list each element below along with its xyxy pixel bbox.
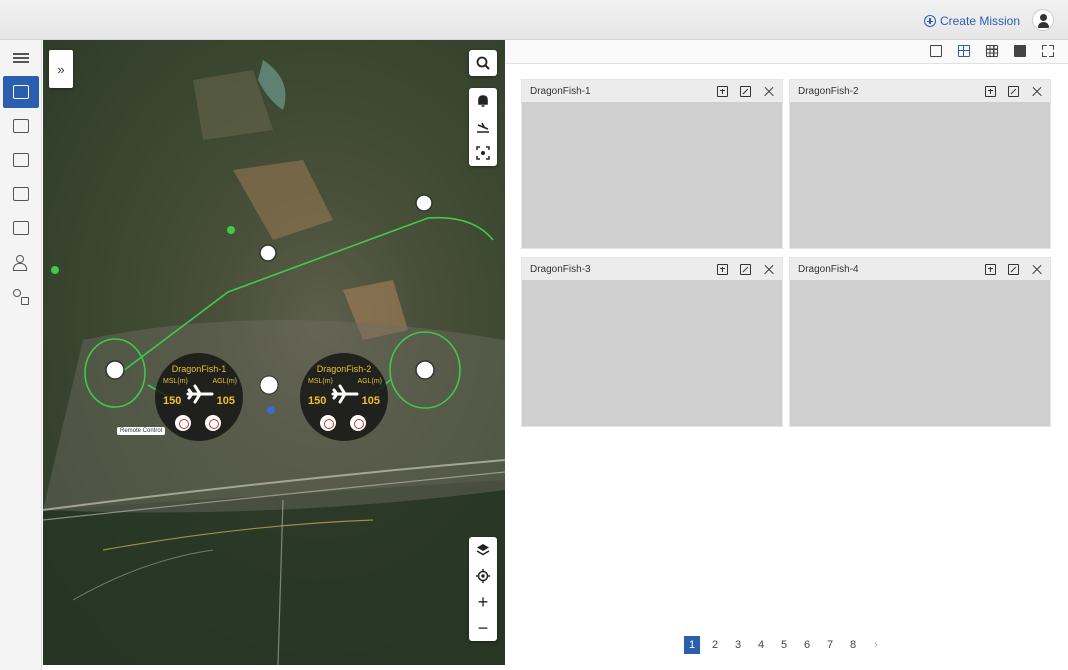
add-icon[interactable]	[985, 263, 996, 275]
remote-control-tooltip: Remote Control	[117, 427, 166, 435]
airplane-icon	[186, 384, 214, 404]
satellite-map[interactable]: » DragonFish-1 MSL(m) AGL(m) 150 105 Dra…	[43, 40, 505, 665]
sidebar-item-map[interactable]	[3, 76, 39, 108]
map-tools-group	[469, 88, 497, 166]
page-button[interactable]: 8	[845, 636, 861, 654]
pagination: 1 2 3 4 5 6 7 8 ›	[684, 636, 884, 654]
video-cell-header: DragonFish-2	[790, 80, 1050, 102]
drone-name: DragonFish-2	[316, 364, 372, 374]
zoom-in-icon[interactable]: +	[469, 589, 497, 615]
zoom-out-icon[interactable]: −	[469, 615, 497, 641]
bell-icon[interactable]	[469, 88, 497, 114]
layout-9-icon[interactable]	[986, 45, 998, 57]
create-mission-button[interactable]: Create Mission	[923, 12, 1020, 30]
video-cell-title: DragonFish-1	[530, 85, 591, 97]
plus-circle-icon	[923, 15, 936, 27]
agl-value: 105	[216, 395, 235, 407]
users-icon	[13, 255, 29, 271]
add-icon[interactable]	[717, 85, 728, 97]
page-button[interactable]: 6	[799, 636, 815, 654]
layout-16-icon[interactable]	[1014, 45, 1026, 57]
focus-icon[interactable]	[469, 140, 497, 166]
close-icon[interactable]	[1031, 86, 1042, 97]
sidebar-item-monitor[interactable]	[3, 212, 39, 244]
page-button[interactable]: 3	[730, 636, 746, 654]
monitor-icon	[13, 221, 29, 235]
fullscreen-icon[interactable]	[1042, 45, 1054, 57]
msl-value: 150	[308, 395, 327, 407]
add-icon[interactable]	[717, 263, 728, 275]
msl-label: MSL(m)	[308, 378, 333, 385]
close-icon[interactable]	[763, 264, 774, 275]
sidebar-item-image[interactable]	[3, 144, 39, 176]
sidebar-item-list[interactable]	[3, 42, 39, 74]
layout-1-icon[interactable]	[930, 45, 942, 57]
agl-label: AGL(m)	[212, 378, 238, 385]
video-cell[interactable]: DragonFish-2	[789, 79, 1051, 249]
page-button[interactable]: 7	[822, 636, 838, 654]
video-cell-title: DragonFish-4	[798, 263, 859, 275]
airplane-icon	[331, 384, 359, 404]
page-button[interactable]: 1	[684, 636, 700, 654]
popout-icon[interactable]	[740, 263, 751, 275]
popout-icon[interactable]	[1008, 85, 1019, 97]
next-page-icon[interactable]: ›	[868, 636, 884, 654]
top-header: Create Mission	[0, 0, 1068, 40]
sidebar	[0, 40, 42, 670]
video-cell-title: DragonFish-3	[530, 263, 591, 275]
sidebar-item-users[interactable]	[3, 246, 39, 278]
agl-label: AGL(m)	[357, 378, 383, 385]
page-button[interactable]: 4	[753, 636, 769, 654]
msl-value: 150	[163, 395, 182, 407]
sidebar-item-calendar[interactable]	[3, 110, 39, 142]
video-layout-toolbar	[505, 40, 1068, 64]
locate-icon[interactable]	[469, 563, 497, 589]
map-view-group: + −	[469, 537, 497, 641]
popout-icon[interactable]	[1008, 263, 1019, 275]
remote-control-icon[interactable]	[175, 415, 191, 431]
popout-icon[interactable]	[740, 85, 751, 97]
drone-marker[interactable]: DragonFish-2 MSL(m) AGL(m) 150 105	[300, 353, 388, 441]
video-cell-header: DragonFish-4	[790, 258, 1050, 280]
calendar-icon	[13, 119, 29, 133]
image-icon	[13, 153, 29, 167]
video-cell-title: DragonFish-2	[798, 85, 859, 97]
drone-name: DragonFish-1	[171, 364, 227, 374]
video-cell[interactable]: DragonFish-4	[789, 257, 1051, 427]
page-button[interactable]: 2	[707, 636, 723, 654]
schedule-icon	[13, 187, 29, 201]
sidebar-item-apps[interactable]	[3, 280, 39, 312]
move-icon[interactable]	[320, 415, 336, 431]
search-icon[interactable]	[469, 50, 497, 76]
close-icon[interactable]	[1031, 264, 1042, 275]
page-button[interactable]: 5	[776, 636, 792, 654]
video-cell-header: DragonFish-1	[522, 80, 782, 102]
map-mission-icon	[13, 85, 29, 99]
video-cell[interactable]: DragonFish-1	[521, 79, 783, 249]
camera-icon[interactable]	[205, 415, 221, 431]
video-cell[interactable]: DragonFish-3	[521, 257, 783, 427]
close-icon[interactable]	[763, 86, 774, 97]
msl-label: MSL(m)	[163, 378, 188, 385]
drone-marker[interactable]: DragonFish-1 MSL(m) AGL(m) 150 105	[155, 353, 243, 441]
landing-icon[interactable]	[469, 114, 497, 140]
user-icon[interactable]	[1032, 9, 1054, 31]
video-cell-header: DragonFish-3	[522, 258, 782, 280]
add-icon[interactable]	[985, 85, 996, 97]
map-terrain	[43, 40, 505, 665]
layout-4-icon[interactable]	[958, 45, 970, 57]
sidebar-item-schedule[interactable]	[3, 178, 39, 210]
layers-icon[interactable]	[469, 537, 497, 563]
expand-panel-button[interactable]: »	[49, 50, 73, 88]
agl-value: 105	[361, 395, 380, 407]
apps-icon	[13, 289, 29, 305]
create-mission-label: Create Mission	[939, 14, 1020, 28]
camera-icon[interactable]	[350, 415, 366, 431]
list-icon	[13, 51, 29, 65]
map-search-group	[469, 50, 497, 76]
